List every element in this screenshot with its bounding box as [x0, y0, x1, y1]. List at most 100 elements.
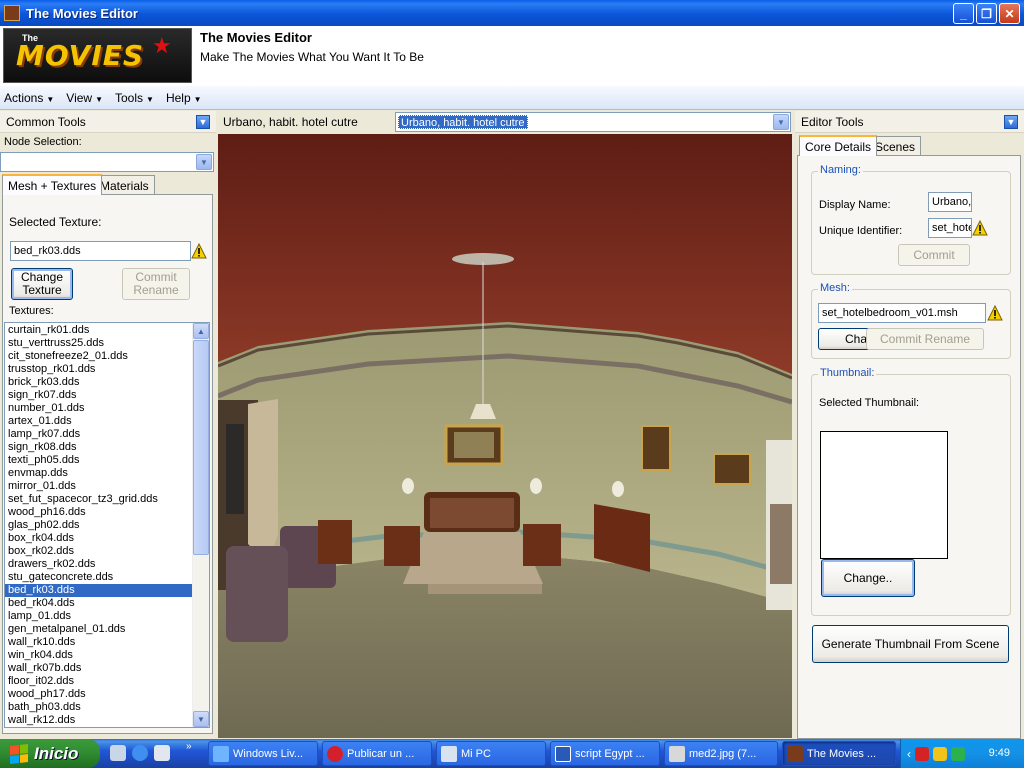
- minimize-button[interactable]: _: [953, 3, 974, 24]
- core-details-pane: Naming: Display Name: Urbano, Unique Ide…: [797, 155, 1021, 739]
- mesh-commit-rename-button[interactable]: Commit Rename: [866, 328, 984, 350]
- security-shield-icon[interactable]: [933, 746, 947, 761]
- list-item[interactable]: brick_rk03.dds: [5, 376, 193, 389]
- naming-group: Naming: Display Name: Urbano, Unique Ide…: [811, 164, 1011, 275]
- menu-tools[interactable]: Tools ▼: [115, 91, 154, 105]
- list-item[interactable]: win_rk04.dds: [5, 649, 193, 662]
- commit-button[interactable]: Commit: [898, 244, 970, 266]
- window-title: The Movies Editor: [26, 5, 138, 21]
- list-item[interactable]: drawers_rk02.dds: [5, 558, 193, 571]
- list-item[interactable]: number_01.dds: [5, 402, 193, 415]
- taskbar: Inicio » Windows Liv... Publicar un ... …: [0, 739, 1024, 768]
- media-icon[interactable]: [154, 745, 170, 761]
- list-item[interactable]: glas_ph02.dds: [5, 519, 193, 532]
- list-item[interactable]: cit_stonefreeze2_01.dds: [5, 350, 193, 363]
- unique-identifier-label: Unique Identifier:: [819, 225, 903, 237]
- editor-tools-panel: Editor Tools ▼ Core Details Scenes Namin…: [795, 111, 1024, 739]
- node-selection-combo[interactable]: ▼: [0, 152, 214, 172]
- textures-label: Textures:: [9, 305, 54, 317]
- display-name-field[interactable]: Urbano,: [928, 192, 972, 212]
- list-item[interactable]: wall_rk10.dds: [5, 636, 193, 649]
- list-item[interactable]: lamp_rk07.dds: [5, 428, 193, 441]
- menu-view[interactable]: View ▼: [66, 91, 103, 105]
- scroll-up-icon[interactable]: ▲: [193, 323, 209, 339]
- menu-help[interactable]: Help ▼: [166, 91, 202, 105]
- selected-texture-field[interactable]: bed_rk03.dds: [10, 241, 191, 261]
- textures-scrollbar[interactable]: ▲ ▼: [192, 323, 209, 727]
- quick-launch: [110, 745, 170, 761]
- list-item[interactable]: box_rk04.dds: [5, 532, 193, 545]
- the-movies-logo: The MOVIES ★: [3, 28, 192, 83]
- list-item[interactable]: box_rk02.dds: [5, 545, 193, 558]
- list-item[interactable]: wall_rk07b.dds: [5, 662, 193, 675]
- close-button[interactable]: ✕: [999, 3, 1020, 24]
- textures-list[interactable]: curtain_rk01.dds stu_verttruss25.dds cit_s…: [4, 322, 210, 728]
- commit-rename-button[interactable]: Commit Rename: [122, 268, 190, 300]
- list-item[interactable]: bath_ph03.dds: [5, 701, 193, 714]
- word-icon: [555, 745, 571, 762]
- pin-icon[interactable]: ▼: [196, 114, 210, 129]
- taskbar-script-egypt[interactable]: script Egypt ...: [550, 741, 660, 766]
- list-item[interactable]: trusstop_rk01.dds: [5, 363, 193, 376]
- windows-flag-icon: [10, 743, 28, 764]
- tab-mesh-textures[interactable]: Mesh + Textures: [2, 174, 103, 195]
- hotel-bedroom-render: [218, 134, 792, 738]
- start-button[interactable]: Inicio: [0, 739, 100, 768]
- scene-viewport[interactable]: [218, 134, 792, 738]
- unique-identifier-field[interactable]: set_hote: [928, 218, 972, 238]
- generate-thumbnail-button[interactable]: Generate Thumbnail From Scene: [812, 625, 1009, 663]
- menu-actions[interactable]: Actions ▼: [4, 91, 54, 105]
- show-desktop-icon[interactable]: [110, 745, 126, 761]
- taskbar-the-movies[interactable]: The Movies ...: [782, 741, 896, 766]
- selected-texture-label: Selected Texture:: [9, 215, 102, 229]
- list-item[interactable]: artex_01.dds: [5, 415, 193, 428]
- antivirus-icon[interactable]: [915, 746, 929, 761]
- tab-materials[interactable]: Materials: [94, 175, 155, 195]
- clock: 9:49: [988, 747, 1010, 759]
- taskbar-windows-live[interactable]: Windows Liv...: [208, 741, 318, 766]
- chevron-down-icon[interactable]: ▼: [196, 154, 212, 170]
- list-item[interactable]: wood_ph16.dds: [5, 506, 193, 519]
- image-icon: [669, 745, 685, 762]
- list-item[interactable]: stu_gateconcrete.dds: [5, 571, 193, 584]
- maximize-button[interactable]: ❐: [976, 3, 997, 24]
- list-item[interactable]: mirror_01.dds: [5, 480, 193, 493]
- list-item[interactable]: floor_it02.dds: [5, 675, 193, 688]
- list-item[interactable]: gen_metalpanel_01.dds: [5, 623, 193, 636]
- change-texture-button[interactable]: Change Texture: [11, 268, 73, 300]
- list-item[interactable]: bed_rk03.dds: [5, 584, 193, 597]
- list-item[interactable]: wall_rk12.dds: [5, 714, 193, 727]
- scroll-thumb[interactable]: [193, 340, 209, 555]
- list-item[interactable]: sign_rk08.dds: [5, 441, 193, 454]
- list-item[interactable]: sign_rk07.dds: [5, 389, 193, 402]
- opera-icon: [327, 745, 343, 762]
- selected-thumbnail-label: Selected Thumbnail:: [819, 397, 920, 409]
- list-item[interactable]: set_fut_spacecor_tz3_grid.dds: [5, 493, 193, 506]
- scroll-down-icon[interactable]: ▼: [193, 711, 209, 727]
- taskbar-publicar[interactable]: Publicar un ...: [322, 741, 432, 766]
- taskbar-mi-pc[interactable]: Mi PC: [436, 741, 546, 766]
- network-icon[interactable]: [951, 746, 965, 761]
- mesh-field[interactable]: set_hotelbedroom_v01.msh: [818, 303, 986, 323]
- header-title: The Movies Editor: [200, 30, 312, 45]
- chevron-right-icon[interactable]: »: [186, 741, 192, 752]
- list-item[interactable]: envmap.dds: [5, 467, 193, 480]
- tab-core-details[interactable]: Core Details: [799, 135, 878, 156]
- list-item[interactable]: curtain_rk01.dds: [5, 324, 193, 337]
- chevron-down-icon: ▼: [193, 94, 202, 104]
- list-item[interactable]: stu_verttruss25.dds: [5, 337, 193, 350]
- pin-icon[interactable]: ▼: [1004, 114, 1018, 129]
- list-item[interactable]: wood_ph17.dds: [5, 688, 193, 701]
- list-item[interactable]: lamp_01.dds: [5, 610, 193, 623]
- thumbnail-change-button[interactable]: Change..: [821, 559, 915, 597]
- list-item[interactable]: texti_ph05.dds: [5, 454, 193, 467]
- warning-icon: [191, 243, 207, 259]
- header-subtitle: Make The Movies What You Want It To Be: [200, 50, 424, 64]
- tray-expand-icon[interactable]: ‹: [907, 747, 911, 761]
- taskbar-med2[interactable]: med2.jpg (7...: [664, 741, 778, 766]
- list-item[interactable]: bed_rk04.dds: [5, 597, 193, 610]
- internet-explorer-icon[interactable]: [132, 745, 148, 761]
- chevron-down-icon[interactable]: ▼: [773, 114, 789, 130]
- warning-icon: [972, 220, 988, 236]
- scene-combo[interactable]: Urbano, habit. hotel cutre ▼: [395, 112, 791, 132]
